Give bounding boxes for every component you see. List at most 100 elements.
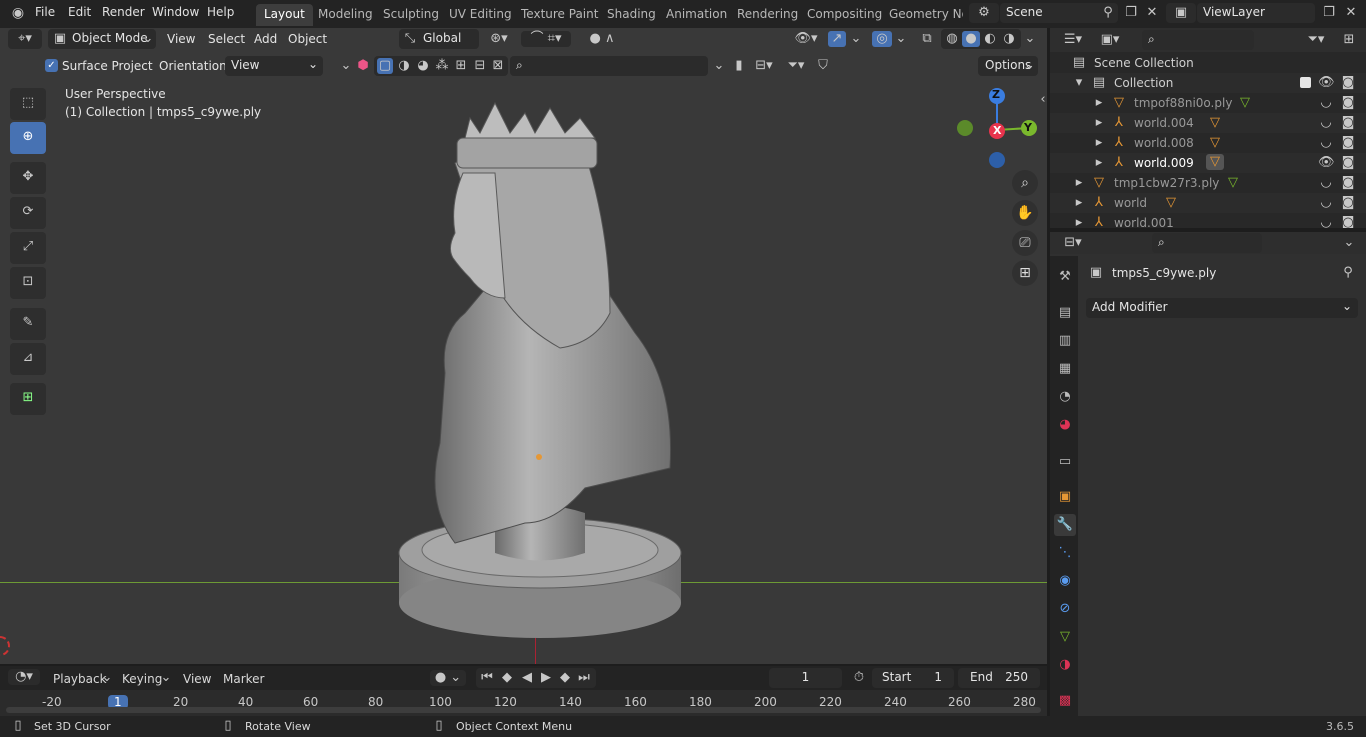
menu-help[interactable]: Help — [207, 5, 234, 19]
timeline-editor-type-icon[interactable]: ◔▾ — [8, 669, 40, 685]
modifier-tab-icon[interactable]: 🔧 — [1054, 514, 1076, 536]
collection-checkbox[interactable] — [1300, 77, 1311, 88]
outliner-filter-icon[interactable]: ⏷▾ — [1302, 32, 1330, 48]
add-menu[interactable]: Add — [254, 32, 277, 46]
eye-hidden-icon[interactable]: ◡ — [1318, 115, 1334, 131]
transform-orientation-dropdown[interactable]: ⤡ Global — [399, 29, 479, 49]
editor-type-button[interactable]: ⌖▾ — [8, 29, 42, 49]
keying-menu[interactable]: Keying — [122, 672, 162, 686]
wireframe-shading-icon[interactable]: ◍ — [943, 31, 961, 47]
timeline-view-menu[interactable]: View — [183, 672, 211, 686]
expand-arrow-icon[interactable]: ▸ — [1094, 95, 1104, 111]
pin-icon[interactable]: ⚲ — [1101, 5, 1115, 21]
options-dropdown[interactable]: Options ⌄ — [978, 56, 1038, 76]
snap-icon[interactable]: ⌒ ⌗▾ — [521, 31, 571, 47]
camera-icon[interactable]: ◙ — [1340, 215, 1356, 228]
constraints-tab-icon[interactable]: ⊘ — [1054, 598, 1076, 620]
viewlayer-browse-button[interactable]: ▣ — [1166, 3, 1196, 23]
output-tab-icon[interactable]: ▥ — [1054, 330, 1076, 352]
tab-sculpting[interactable]: Sculpting — [375, 4, 447, 26]
tool-tab-icon[interactable]: ⚒ — [1054, 266, 1076, 288]
snap-increment-icon[interactable]: ⊞ — [453, 58, 469, 74]
transform-tool[interactable]: ⊡ — [10, 267, 46, 299]
menu-window[interactable]: Window — [152, 5, 199, 19]
physics-tab-icon[interactable]: ◉ — [1054, 570, 1076, 592]
play-reverse-icon[interactable]: ◀ — [518, 670, 536, 686]
snap-perpendicular-icon[interactable]: ⊠ — [490, 58, 506, 74]
play-icon[interactable]: ▶ — [537, 670, 555, 686]
new-viewlayer-icon[interactable]: ❐ — [1321, 5, 1337, 21]
surface-project-checkbox[interactable]: ✓ — [45, 59, 58, 72]
layout-icon[interactable]: ⊟▾ — [750, 58, 778, 74]
move-tool[interactable]: ✥ — [10, 162, 46, 194]
delete-scene-icon[interactable]: ✕ — [1145, 5, 1159, 21]
chevron-down-icon[interactable]: ⌄ — [1342, 235, 1356, 251]
outliner-search-input[interactable]: ⌕ — [1142, 30, 1254, 50]
snap-face-icon[interactable]: ◕ — [415, 58, 431, 74]
stopwatch-icon[interactable]: ⏱ — [849, 670, 869, 686]
view-layer-tab-icon[interactable]: ▦ — [1054, 358, 1076, 380]
outliner-row-collection[interactable]: ▾ ▤ Collection 👁 ◙ — [1050, 73, 1366, 93]
select-box-tool[interactable]: ⬚ — [10, 88, 46, 120]
menu-edit[interactable]: Edit — [68, 5, 91, 19]
eye-icon[interactable]: 👁 — [1318, 75, 1335, 91]
select-menu[interactable]: Select — [208, 32, 245, 46]
tab-compositing[interactable]: Compositing — [799, 4, 890, 26]
tab-layout[interactable]: Layout — [256, 4, 313, 26]
marker-menu[interactable]: Marker — [223, 672, 264, 686]
outliner-row-object-active[interactable]: ▸ ⅄ world.009 ▽ 👁 ◙ — [1050, 153, 1366, 173]
pin-icon[interactable]: ⚲ — [1340, 265, 1356, 281]
menu-file[interactable]: File — [35, 5, 55, 19]
search-input[interactable]: ⌕ — [510, 56, 708, 76]
scale-tool[interactable]: ⤢ — [10, 232, 46, 264]
new-scene-icon[interactable]: ❐ — [1123, 5, 1139, 21]
snap-midpoint-icon[interactable]: ⊟ — [472, 58, 488, 74]
expand-arrow-icon[interactable]: ▸ — [1094, 155, 1104, 171]
outliner-row-object[interactable]: ▸ ⅄ world.008 ▽ ◡ ◙ — [1050, 133, 1366, 153]
expand-arrow-icon[interactable]: ▸ — [1074, 195, 1084, 211]
orientation-dropdown[interactable]: View ⌄ — [225, 56, 323, 76]
outliner-row-object[interactable]: ▸ ⅄ world ▽ ◡ ◙ — [1050, 193, 1366, 213]
gizmo-toggle-icon[interactable]: ↗ — [828, 31, 846, 47]
tab-shading[interactable]: Shading — [599, 4, 664, 26]
chevron-down-icon[interactable]: ⌄ — [710, 58, 728, 74]
snap-vertex-icon[interactable]: ▢ — [377, 58, 393, 74]
outliner-row-scene-collection[interactable]: ▤ Scene Collection — [1050, 53, 1366, 73]
annotate-tool[interactable]: ✎ — [10, 308, 46, 340]
chevron-down-icon[interactable]: ⌄ — [850, 31, 862, 47]
expand-arrow-icon[interactable]: ▾ — [1074, 75, 1084, 91]
material-shading-icon[interactable]: ◐ — [981, 31, 999, 47]
snap-target-icon[interactable]: ⬢ — [355, 58, 371, 74]
eye-icon[interactable]: 👁 — [1318, 155, 1335, 171]
outliner-editor-type-icon[interactable]: ☰▾ — [1060, 32, 1086, 48]
cursor-tool[interactable]: ⊕ — [10, 122, 46, 154]
scene-browse-button[interactable]: ⚙ — [969, 3, 999, 23]
jump-end-icon[interactable]: ⏭ — [575, 670, 593, 686]
3d-viewport[interactable] — [0, 28, 1047, 664]
tab-rendering[interactable]: Rendering — [729, 4, 806, 26]
tab-animation[interactable]: Animation — [658, 4, 735, 26]
bust-model[interactable] — [395, 83, 685, 648]
tab-texture-paint[interactable]: Texture Paint — [513, 4, 606, 26]
add-modifier-dropdown[interactable]: Add Modifier ⌄ — [1086, 298, 1358, 318]
solid-shading-icon[interactable]: ● — [962, 31, 980, 47]
collection-tab-icon[interactable]: ▭ — [1054, 451, 1076, 473]
eye-hidden-icon[interactable]: ◡ — [1318, 215, 1334, 228]
add-cube-tool[interactable]: ⊞ — [10, 383, 46, 415]
camera-view-icon[interactable]: ⎚ — [1012, 230, 1038, 256]
chevron-down-icon[interactable]: ⌄ — [1024, 31, 1036, 47]
expand-arrow-icon[interactable]: ▸ — [1094, 115, 1104, 131]
expand-arrow-icon[interactable]: ▸ — [1094, 135, 1104, 151]
tab-uv-editing[interactable]: UV Editing — [441, 4, 520, 26]
camera-icon[interactable]: ◙ — [1340, 195, 1356, 211]
outliner-row-object[interactable]: ▸ ⅄ world.001 ◡ ◙ — [1050, 213, 1366, 228]
expand-arrow-icon[interactable]: ▸ — [1074, 175, 1084, 191]
rotate-tool[interactable]: ⟳ — [10, 197, 46, 229]
shield-icon[interactable]: ⛉ — [815, 58, 831, 74]
end-frame-field[interactable]: End 250 — [958, 668, 1040, 688]
sidebar-toggle-icon[interactable]: ‹ — [1038, 92, 1048, 108]
overlays-icon[interactable]: ◎ — [872, 31, 892, 47]
playback-menu[interactable]: Playback — [53, 672, 107, 686]
menu-render[interactable]: Render — [102, 5, 145, 19]
timeline-scrollbar[interactable] — [6, 707, 1041, 713]
